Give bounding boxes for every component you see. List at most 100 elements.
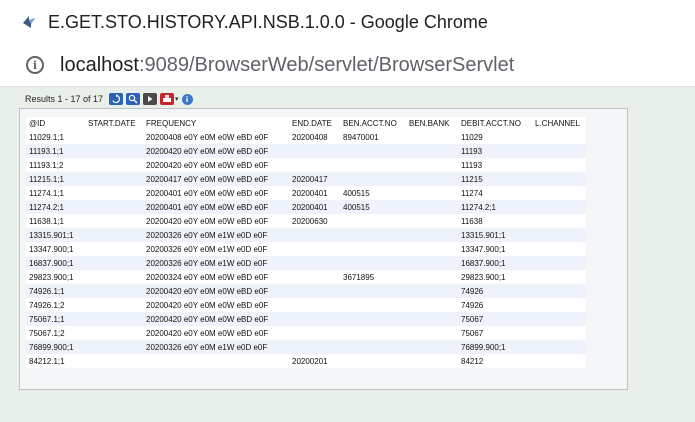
cell-id[interactable]: 13347.900;1 xyxy=(26,242,85,256)
table-row[interactable]: 11193.1;2 20200420 e0Y e0M e0W eBD e0F 111… xyxy=(26,158,586,172)
cell-l-channel xyxy=(532,130,586,144)
cell-ben-acct-no xyxy=(340,284,406,298)
cell-end-date xyxy=(289,340,340,354)
cell-start-date xyxy=(85,340,143,354)
cell-end-date xyxy=(289,298,340,312)
cell-id[interactable]: 11274.2;1 xyxy=(26,200,85,214)
refresh-icon[interactable] xyxy=(109,93,124,105)
cell-debit-acct-no: 74926 xyxy=(458,298,532,312)
results-count: Results 1 - 17 of 17 xyxy=(25,94,104,104)
cell-debit-acct-no: 11193 xyxy=(458,158,532,172)
table-row[interactable]: 11215.1;1 20200417 e0Y e0M e0W eBD e0F 202… xyxy=(26,172,586,186)
cell-id[interactable]: 75067.1;2 xyxy=(26,326,85,340)
cell-id[interactable]: 11638.1;1 xyxy=(26,214,85,228)
cell-debit-acct-no: 11638 xyxy=(458,214,532,228)
site-info-icon[interactable]: i xyxy=(26,56,44,74)
cell-end-date xyxy=(289,326,340,340)
cell-l-channel xyxy=(532,200,586,214)
cell-end-date xyxy=(289,158,340,172)
table-row[interactable]: 74926.1;1 20200420 e0Y e0M e0W eBD e0F 749… xyxy=(26,284,586,298)
cell-id[interactable]: 74926.1;2 xyxy=(26,298,85,312)
table-row[interactable]: 11193.1;1 20200420 e0Y e0M e0W eBD e0F 111… xyxy=(26,144,586,158)
table-row[interactable]: 29823.900;1 20200324 e0Y e0M e0W eBD e0F 3… xyxy=(26,270,586,284)
table-row[interactable]: 16837.900;1 20200326 e0Y e0M e1W e0D e0F 1… xyxy=(26,256,586,270)
cell-start-date xyxy=(85,144,143,158)
column-header-id[interactable]: @ID xyxy=(26,117,85,130)
column-header-end-date[interactable]: END.DATE xyxy=(289,117,340,130)
info-icon[interactable] xyxy=(181,93,193,105)
print-icon[interactable] xyxy=(160,93,175,105)
table-row[interactable]: 13347.900;1 20200326 e0Y e0M e1W e0D e0F 1… xyxy=(26,242,586,256)
table-row[interactable]: 11274.1;1 20200401 e0Y e0M e0W eBD e0F 202… xyxy=(26,186,586,200)
table-row[interactable]: 75067.1;1 20200420 e0Y e0M e0W eBD e0F 750… xyxy=(26,312,586,326)
table-row[interactable]: 75067.1;2 20200420 e0Y e0M e0W eBD e0F 750… xyxy=(26,326,586,340)
table-row[interactable]: 11274.2;1 20200401 e0Y e0M e0W eBD e0F 202… xyxy=(26,200,586,214)
cell-id[interactable]: 11029.1;1 xyxy=(26,130,85,144)
cell-ben-acct-no xyxy=(340,256,406,270)
table-row[interactable]: 13315.901;1 20200326 e0Y e0M e1W e0D e0F 1… xyxy=(26,228,586,242)
cell-l-channel xyxy=(532,242,586,256)
cell-id[interactable]: 16837.900;1 xyxy=(26,256,85,270)
url-text[interactable]: localhost:9089/BrowserWeb/servlet/Browse… xyxy=(60,54,514,77)
cell-debit-acct-no: 16837.900;1 xyxy=(458,256,532,270)
search-icon[interactable] xyxy=(126,93,141,105)
column-header-l-channel[interactable]: L.CHANNEL xyxy=(532,117,586,130)
column-header-debit-acct-no[interactable]: DEBIT.ACCT.NO xyxy=(458,117,532,130)
address-bar[interactable]: i localhost:9089/BrowserWeb/servlet/Brow… xyxy=(0,44,695,87)
print-menu-chevron-down-icon[interactable]: ▾ xyxy=(175,95,179,103)
cell-end-date: 20200408 xyxy=(289,130,340,144)
cell-id[interactable]: 13315.901;1 xyxy=(26,228,85,242)
cell-ben-acct-no xyxy=(340,158,406,172)
cell-end-date xyxy=(289,256,340,270)
cell-ben-bank xyxy=(406,340,458,354)
cell-id[interactable]: 11193.1;2 xyxy=(26,158,85,172)
cell-frequency: 20200420 e0Y e0M e0W eBD e0F xyxy=(143,144,289,158)
cell-debit-acct-no: 11215 xyxy=(458,172,532,186)
cell-end-date xyxy=(289,144,340,158)
cell-start-date xyxy=(85,214,143,228)
table-row[interactable]: 84212.1;1 20200201 84212 xyxy=(26,354,586,368)
table-row[interactable]: 76899.900;1 20200326 e0Y e0M e1W e0D e0F 7… xyxy=(26,340,586,354)
cell-l-channel xyxy=(532,214,586,228)
cell-ben-acct-no xyxy=(340,172,406,186)
next-icon[interactable] xyxy=(143,93,158,105)
cell-debit-acct-no: 75067 xyxy=(458,312,532,326)
cell-id[interactable]: 84212.1;1 xyxy=(26,354,85,368)
cell-debit-acct-no: 76899.900;1 xyxy=(458,340,532,354)
cell-id[interactable]: 76899.900;1 xyxy=(26,340,85,354)
cell-id[interactable]: 11193.1;1 xyxy=(26,144,85,158)
cell-frequency: 20200420 e0Y e0M e0W eBD e0F xyxy=(143,284,289,298)
column-header-start-date[interactable]: START.DATE xyxy=(85,117,143,130)
cell-ben-acct-no xyxy=(340,354,406,368)
results-table: @ID START.DATE FREQUENCY END.DATE BEN.AC… xyxy=(26,117,586,368)
cell-start-date xyxy=(85,326,143,340)
cell-end-date xyxy=(289,228,340,242)
cell-ben-bank xyxy=(406,214,458,228)
cell-frequency: 20200408 e0Y e0M e0W eBD e0F xyxy=(143,130,289,144)
cell-frequency: 20200420 e0Y e0M e0W eBD e0F xyxy=(143,158,289,172)
cell-id[interactable]: 75067.1;1 xyxy=(26,312,85,326)
table-row[interactable]: 11029.1;1 20200408 e0Y e0M e0W eBD e0F 202… xyxy=(26,130,586,144)
cell-debit-acct-no: 11274 xyxy=(458,186,532,200)
cell-id[interactable]: 11215.1;1 xyxy=(26,172,85,186)
cell-frequency: 20200326 e0Y e0M e1W e0D e0F xyxy=(143,242,289,256)
cell-ben-bank xyxy=(406,270,458,284)
cell-end-date xyxy=(289,312,340,326)
cell-start-date xyxy=(85,354,143,368)
cell-end-date xyxy=(289,270,340,284)
cell-id[interactable]: 74926.1;1 xyxy=(26,284,85,298)
cell-frequency: 20200326 e0Y e0M e1W e0D e0F xyxy=(143,256,289,270)
cell-id[interactable]: 11274.1;1 xyxy=(26,186,85,200)
cell-ben-acct-no xyxy=(340,340,406,354)
column-header-ben-acct-no[interactable]: BEN.ACCT.NO xyxy=(340,117,406,130)
cell-start-date xyxy=(85,312,143,326)
cell-end-date xyxy=(289,284,340,298)
column-header-frequency[interactable]: FREQUENCY xyxy=(143,117,289,130)
column-header-ben-bank[interactable]: BEN.BANK xyxy=(406,117,458,130)
cell-frequency xyxy=(143,354,289,368)
table-row[interactable]: 11638.1;1 20200420 e0Y e0M e0W eBD e0F 202… xyxy=(26,214,586,228)
table-row[interactable]: 74926.1;2 20200420 e0Y e0M e0W eBD e0F 749… xyxy=(26,298,586,312)
cell-id[interactable]: 29823.900;1 xyxy=(26,270,85,284)
cell-frequency: 20200420 e0Y e0M e0W eBD e0F xyxy=(143,326,289,340)
cell-l-channel xyxy=(532,298,586,312)
